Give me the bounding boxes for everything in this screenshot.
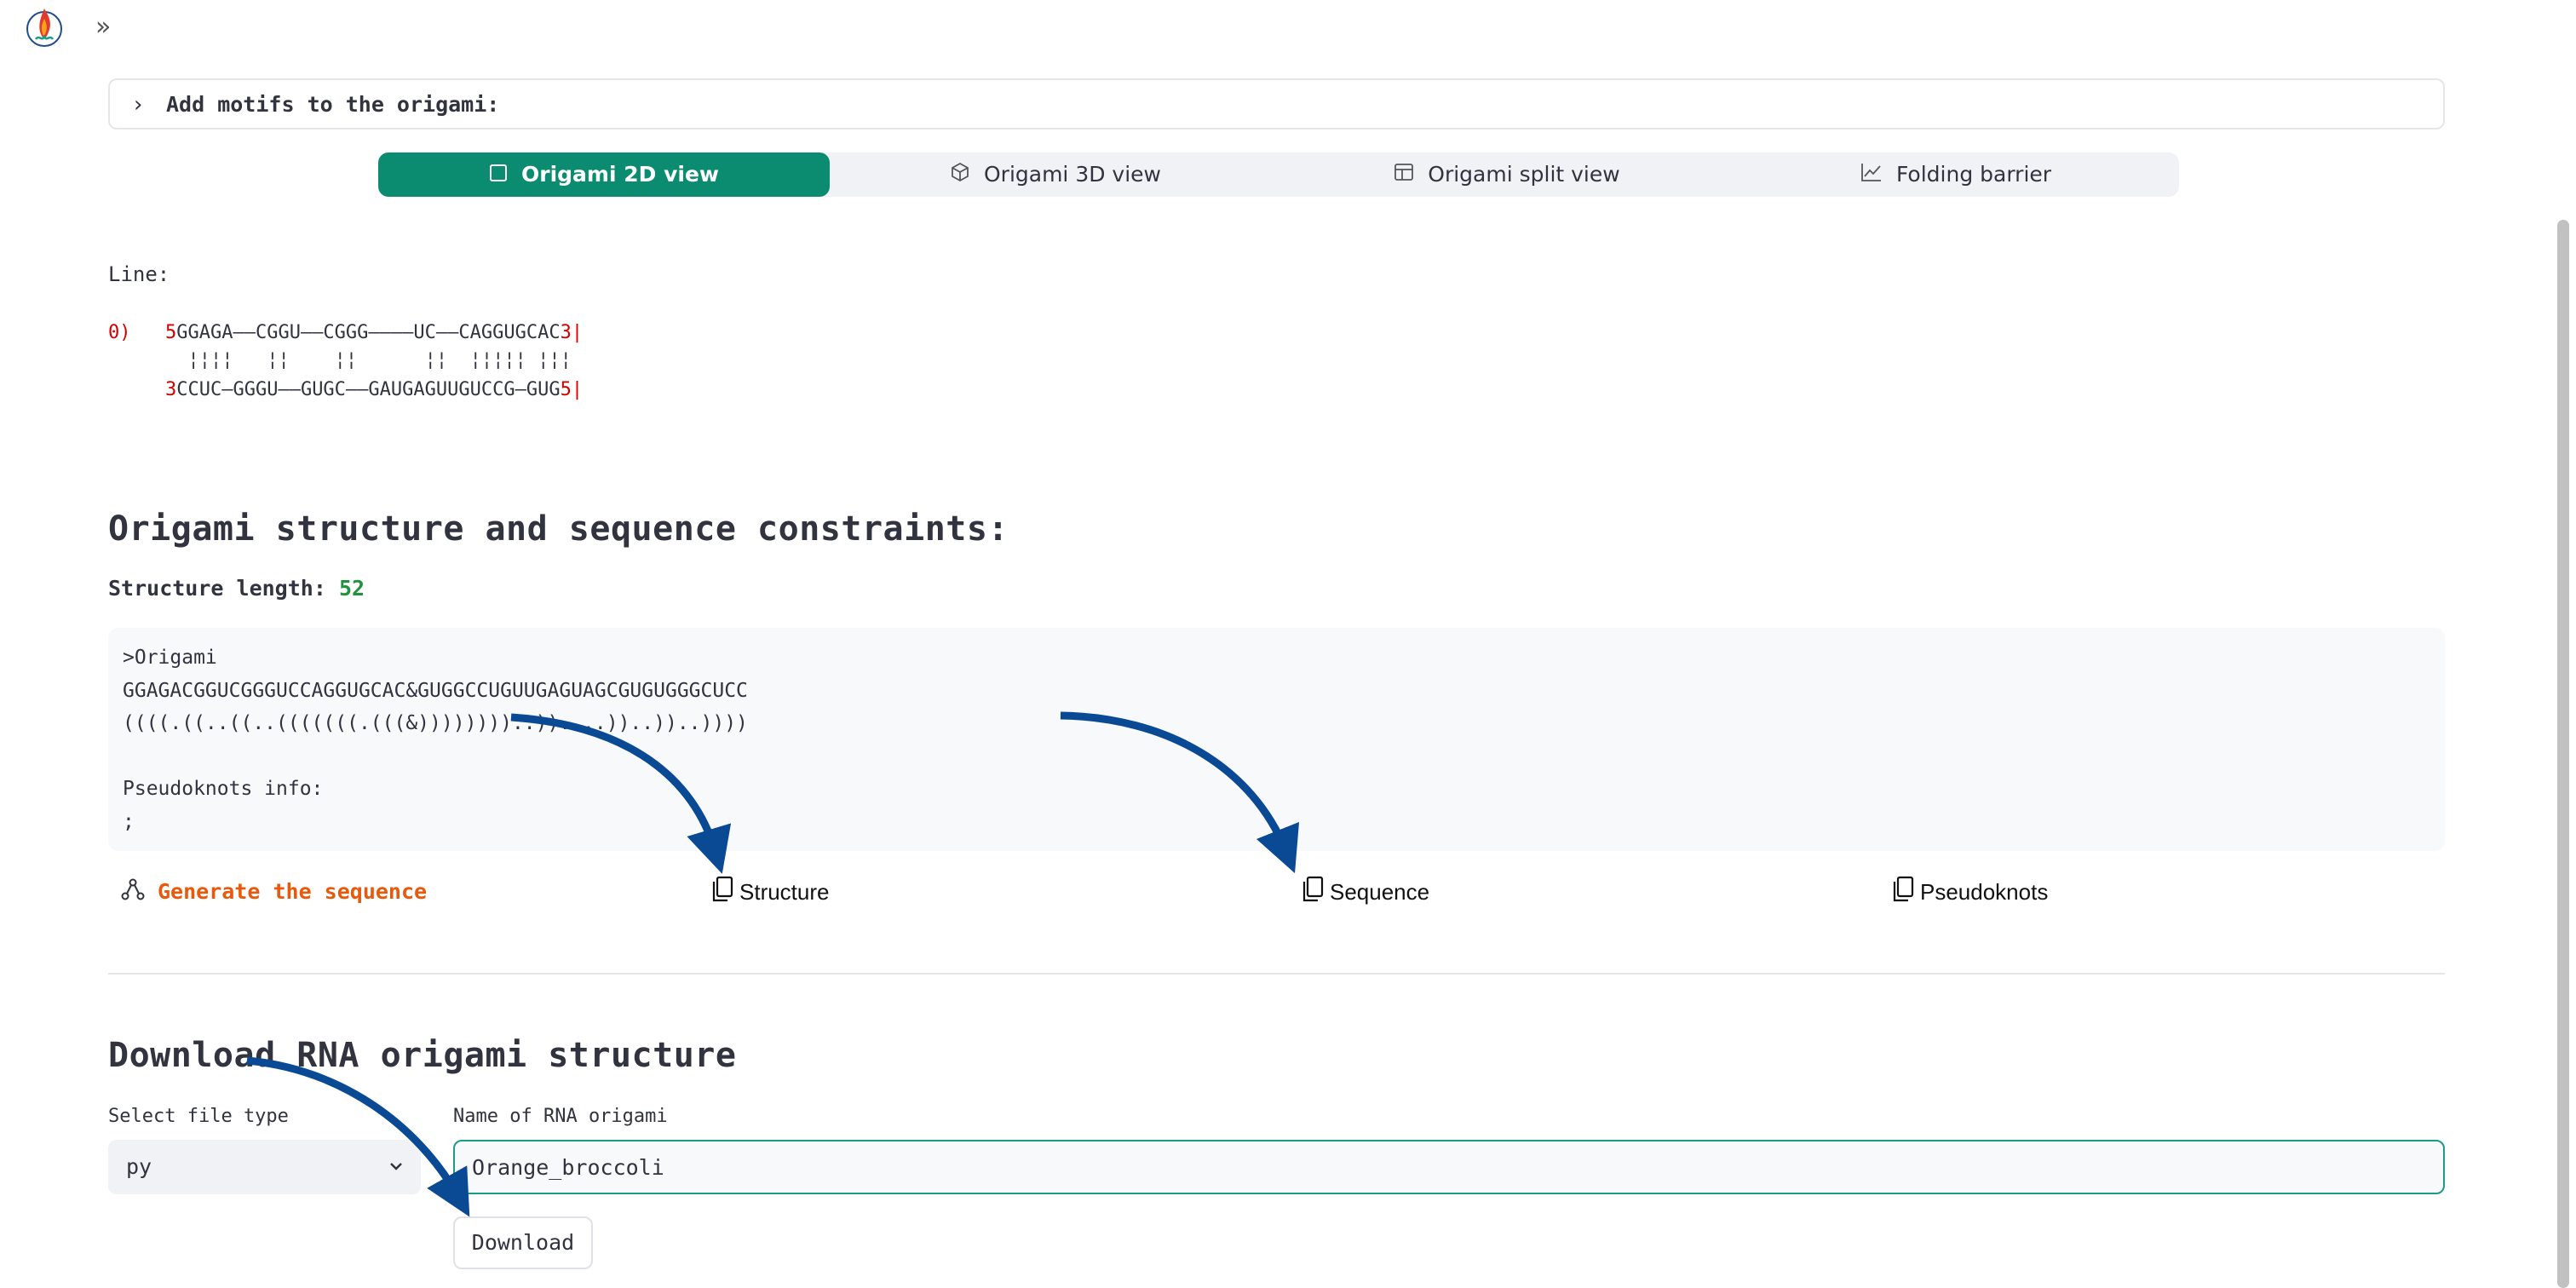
share-nodes-icon xyxy=(120,877,146,906)
file-type-label: Select file type xyxy=(108,1106,289,1127)
origami-name-value: Orange_broccoli xyxy=(472,1155,664,1180)
tab-origami-2d-view[interactable]: Origami 2D view xyxy=(378,152,830,197)
copy-sequence-label: Sequence xyxy=(1330,878,1430,905)
top-strand: 5GGAGA——CGGU——CGGG————UC——CAGGUGCAC3| xyxy=(165,322,584,343)
view-tabs: Origami 2D view Origami 3D view Origami … xyxy=(378,152,2179,197)
expander-label: Add motifs to the origami: xyxy=(166,92,500,117)
app-logo[interactable] xyxy=(24,5,65,49)
line-label: Line: xyxy=(108,262,170,286)
structure-length: Structure length: 52 xyxy=(108,576,365,601)
structure-section-title: Origami structure and sequence constrain… xyxy=(108,509,1009,549)
cube-icon xyxy=(950,153,970,198)
generate-sequence-label: Generate the sequence xyxy=(158,878,428,904)
tab-origami-3d-view[interactable]: Origami 3D view xyxy=(830,152,1281,197)
copy-pseudoknots-button[interactable]: Pseudoknots xyxy=(1891,876,2048,908)
section-divider xyxy=(108,973,2445,975)
copy-icon xyxy=(1301,876,1325,909)
line-chart-icon xyxy=(1860,153,1883,198)
layout-icon xyxy=(1394,153,1414,198)
download-button[interactable]: Download xyxy=(453,1216,593,1269)
structure-code-block[interactable]: >Origami GGAGACGGUCGGGUCCAGGUGCAC&GUGGCC… xyxy=(108,628,2445,851)
tab-label: Origami 2D view xyxy=(520,162,719,187)
generate-sequence-button[interactable]: Generate the sequence xyxy=(120,874,427,908)
vertical-scrollbar[interactable] xyxy=(2557,220,2569,1288)
origami-name-input[interactable]: Orange_broccoli xyxy=(453,1140,2445,1194)
copy-pseudoknots-label: Pseudoknots xyxy=(1920,878,2049,905)
double-chevron-right-icon[interactable]: » xyxy=(95,12,111,43)
line-index: 0) xyxy=(108,322,131,343)
origami-name-label: Name of RNA origami xyxy=(453,1106,668,1127)
copy-sequence-button[interactable]: Sequence xyxy=(1301,876,1429,908)
tab-label: Origami split view xyxy=(1428,162,1620,187)
file-type-select[interactable]: py xyxy=(108,1140,421,1194)
tab-folding-barrier[interactable]: Folding barrier xyxy=(1733,152,2179,197)
copy-icon xyxy=(1891,876,1915,909)
chevron-down-icon xyxy=(387,1157,405,1179)
tab-label: Folding barrier xyxy=(1895,162,2052,187)
copy-icon xyxy=(710,876,734,909)
pairing-bars: ¦¦¦¦ ¦¦ ¦¦ ¦¦ ¦¦¦¦¦ ¦¦¦ xyxy=(165,349,572,371)
file-type-value: py xyxy=(126,1154,152,1179)
chevron-right-icon: › xyxy=(134,92,143,118)
copy-structure-button[interactable]: Structure xyxy=(710,876,830,908)
add-motifs-expander[interactable]: › Add motifs to the origami: xyxy=(108,78,2445,129)
download-section-title: Download RNA origami structure xyxy=(108,1036,737,1075)
copy-structure-label: Structure xyxy=(739,878,830,905)
tab-label: Origami 3D view xyxy=(983,162,1161,187)
bottom-strand: 3CCUC—GGGU——GUGC——GAUGAGUUGUCCG—GUG5| xyxy=(165,379,584,400)
tab-origami-split-view[interactable]: Origami split view xyxy=(1281,152,1733,197)
code-text: >Origami GGAGACGGUCGGGUCCAGGUGCAC&GUGGCC… xyxy=(123,647,748,833)
square-icon xyxy=(489,153,508,198)
